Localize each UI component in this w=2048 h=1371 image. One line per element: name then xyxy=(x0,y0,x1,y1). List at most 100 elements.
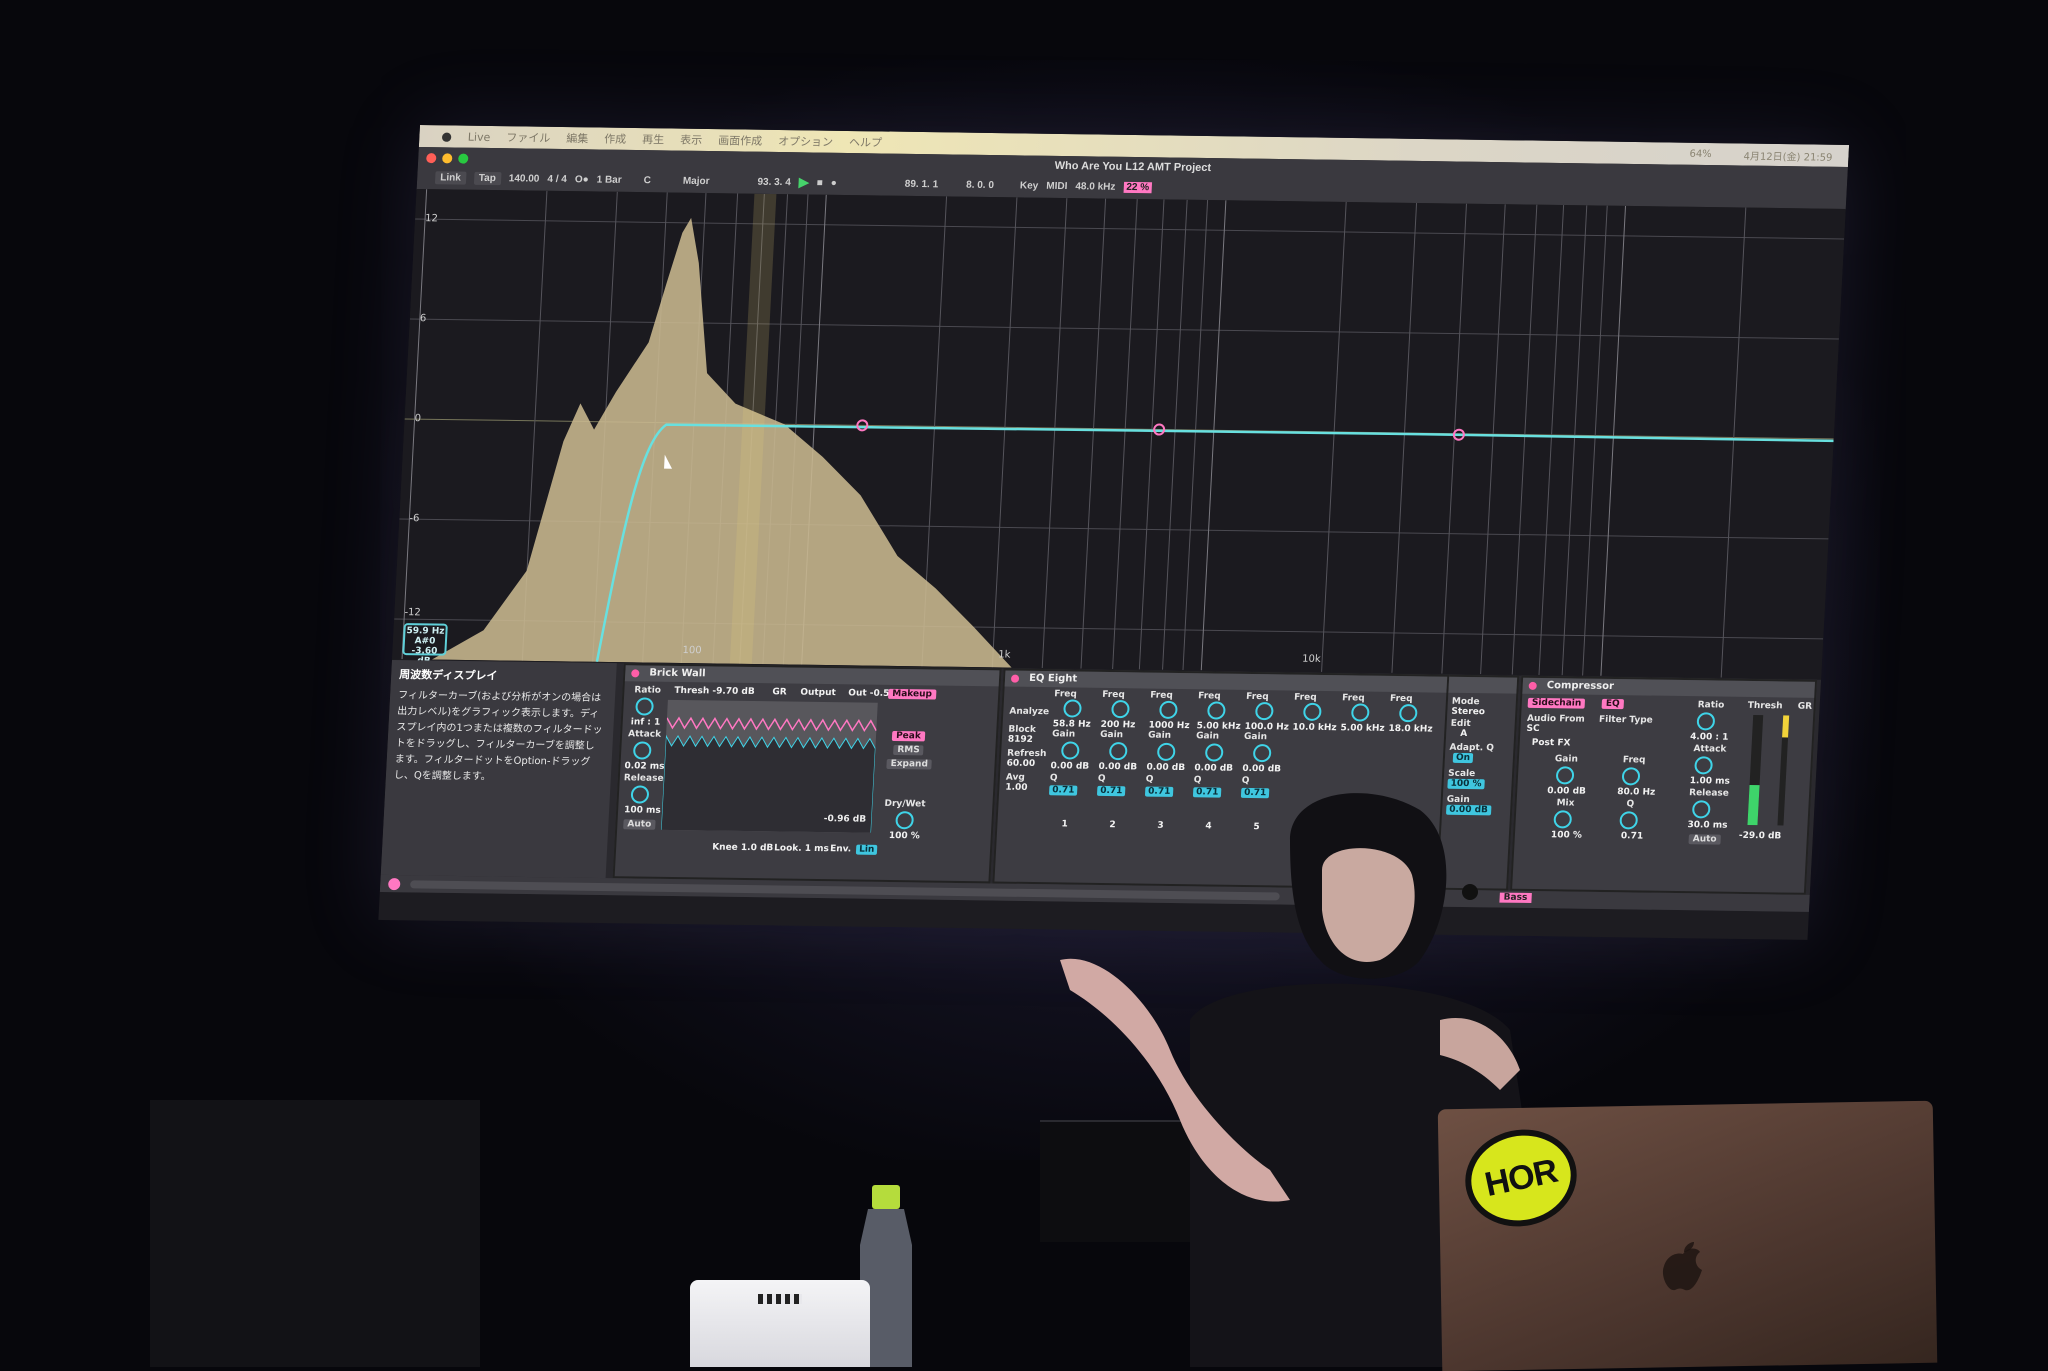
eq-band-gain-knob[interactable] xyxy=(1204,743,1224,762)
bw-thresh[interactable]: Thresh -9.70 dB xyxy=(674,686,755,697)
bw-peak-button[interactable]: Peak xyxy=(891,730,926,742)
eq-band-gain-knob[interactable] xyxy=(1156,742,1176,761)
eq-band-freq-knob[interactable] xyxy=(1302,702,1322,721)
tap-button[interactable]: Tap xyxy=(473,171,502,185)
key-root-field[interactable]: C xyxy=(643,175,651,186)
eq-band-freq-knob[interactable] xyxy=(1398,704,1418,723)
eq-band-freq-value[interactable]: 10.0 kHz xyxy=(1292,723,1337,734)
menu-live[interactable]: Live xyxy=(468,130,491,143)
bw-attack-knob[interactable] xyxy=(632,741,652,760)
bw-lookahead[interactable]: Look. 1 ms xyxy=(774,843,829,854)
device-power-icon[interactable] xyxy=(1528,681,1537,690)
eq-frequency-display[interactable]: 12 6 0 -6 -12 100 1k 10k 59.9 Hz A#0 -3.… xyxy=(392,188,1846,679)
eq-band-gain-knob[interactable] xyxy=(1252,744,1272,763)
comp-release-value[interactable]: 30.0 ms xyxy=(1687,820,1728,831)
comp-auto-button[interactable]: Auto xyxy=(1688,834,1721,845)
bw-expand-button[interactable]: Expand xyxy=(886,758,933,770)
menu-playback[interactable]: 再生 xyxy=(642,131,665,147)
record-icon[interactable]: ● xyxy=(831,177,838,188)
scale-field[interactable]: Major xyxy=(683,175,710,186)
menu-create[interactable]: 作成 xyxy=(604,131,627,147)
bw-gr-toggle[interactable]: GR xyxy=(772,687,787,697)
compressor-header[interactable]: Compressor xyxy=(1522,677,1815,698)
key-map-button[interactable]: Key xyxy=(1020,180,1039,191)
eq-edit-value[interactable]: A xyxy=(1460,729,1467,739)
signature-field[interactable]: 4 / 4 xyxy=(547,173,567,184)
eq-avg-label: Avg xyxy=(1005,772,1026,783)
apple-menu-icon[interactable]: ● xyxy=(441,129,452,143)
loop-length-field[interactable]: 8. 0. 0 xyxy=(966,179,994,190)
eq-refresh-value[interactable]: 60.00 xyxy=(1006,759,1035,769)
comp-post-fx[interactable]: Post FX xyxy=(1531,738,1570,749)
metronome-button[interactable]: O● xyxy=(575,174,589,185)
eq-adapt-value[interactable]: On xyxy=(1452,752,1474,764)
eq-band-gain-knob[interactable] xyxy=(1108,742,1128,761)
comp-thresh-meter[interactable] xyxy=(1747,714,1764,826)
eq-band-freq-knob[interactable] xyxy=(1063,699,1082,718)
eq-band-freq-knob[interactable] xyxy=(1206,701,1226,720)
eq-band-freq-value[interactable]: 1000 Hz xyxy=(1148,721,1189,732)
eq-band-freq-value[interactable]: 5.00 kHz xyxy=(1196,721,1241,732)
eq-band-gain-knob[interactable] xyxy=(1060,741,1080,760)
device-power-icon[interactable] xyxy=(631,669,640,678)
bw-drywet-knob[interactable] xyxy=(895,811,915,830)
eq-block-value[interactable]: 8192 xyxy=(1008,735,1034,745)
menu-options[interactable]: オプション xyxy=(778,133,834,150)
eq-band-freq-label: Freq xyxy=(1149,690,1173,701)
eq-analyze-label[interactable]: Analyze xyxy=(1009,707,1049,718)
eq-avg-value[interactable]: 1.00 xyxy=(1005,783,1028,793)
comp-release-knob[interactable] xyxy=(1691,800,1711,819)
comp-sidechain-button[interactable]: Sidechain xyxy=(1527,697,1586,709)
menu-edit[interactable]: 編集 xyxy=(566,130,589,146)
device-power-icon[interactable] xyxy=(1010,674,1020,683)
bw-ratio-knob[interactable] xyxy=(635,697,655,716)
midi-map-button[interactable]: MIDI xyxy=(1046,180,1068,191)
eq-band-freq-knob[interactable] xyxy=(1254,702,1274,721)
comp-eq-button[interactable]: EQ xyxy=(1601,698,1624,710)
bw-output-toggle[interactable]: Output xyxy=(800,688,836,698)
play-icon[interactable]: ▶ xyxy=(798,174,809,190)
tempo-field[interactable]: 140.00 xyxy=(509,173,540,184)
bw-release-value[interactable]: 100 ms xyxy=(624,805,661,816)
eq-band-freq-knob[interactable] xyxy=(1350,703,1370,722)
eq-band-freq-value[interactable]: 100.0 Hz xyxy=(1244,722,1289,733)
bw-makeup-button[interactable]: Makeup xyxy=(887,688,937,700)
bw-drywet-label: Dry/Wet xyxy=(884,798,926,810)
sticker-text: HOR xyxy=(1481,1151,1561,1205)
bw-rms-button[interactable]: RMS xyxy=(893,745,924,756)
bw-attack-value[interactable]: 0.02 ms xyxy=(624,761,665,772)
info-toggle-icon[interactable] xyxy=(387,878,401,891)
eq-band-freq-value[interactable]: 58.8 Hz xyxy=(1052,719,1091,730)
menu-view[interactable]: 表示 xyxy=(680,132,703,148)
bw-drywet-value[interactable]: 100 % xyxy=(889,831,920,841)
menubar-clock: 4月12日(金) 21:59 xyxy=(1743,151,1833,164)
loop-start-field[interactable]: 89. 1. 1 xyxy=(905,178,939,189)
comp-thresh-value[interactable]: -29.0 dB xyxy=(1739,831,1782,842)
eq-band-freq-knob[interactable] xyxy=(1111,700,1130,719)
eq-mode-value[interactable]: Stereo xyxy=(1451,707,1485,717)
brick-wall-header[interactable]: Brick Wall xyxy=(624,665,1000,687)
eq-band-freq-value[interactable]: 200 Hz xyxy=(1100,720,1135,730)
stop-icon[interactable]: ■ xyxy=(817,177,824,188)
comp-ratio-knob[interactable] xyxy=(1696,712,1716,731)
bw-knee[interactable]: Knee 1.0 dB xyxy=(712,843,774,854)
quantize-menu[interactable]: 1 Bar xyxy=(596,174,622,185)
eq-grid-line xyxy=(1162,199,1188,670)
eq-band-freq-knob[interactable] xyxy=(1158,700,1178,719)
bw-auto-button[interactable]: Auto xyxy=(623,819,656,830)
bw-env-value[interactable]: Lin xyxy=(855,844,878,855)
comp-attack-knob[interactable] xyxy=(1694,756,1714,775)
arrangement-position[interactable]: 93. 3. 4 xyxy=(757,176,791,187)
eq-band-freq-value[interactable]: 5.00 kHz xyxy=(1340,723,1385,734)
menu-help[interactable]: ヘルプ xyxy=(849,134,883,150)
menu-screen[interactable]: 画面作成 xyxy=(718,132,763,149)
comp-ratio-value[interactable]: 4.00 : 1 xyxy=(1690,732,1729,743)
eq-band-freq-value[interactable]: 18.0 kHz xyxy=(1388,724,1433,735)
comp-audio-from-value[interactable]: SC xyxy=(1526,724,1540,734)
bw-ratio-value[interactable]: inf : 1 xyxy=(630,717,660,727)
menu-file[interactable]: ファイル xyxy=(506,129,551,146)
link-button[interactable]: Link xyxy=(434,170,467,185)
comp-attack-value[interactable]: 1.00 ms xyxy=(1689,776,1730,787)
eq-graph[interactable] xyxy=(392,189,1846,679)
bw-release-knob[interactable] xyxy=(630,785,650,804)
